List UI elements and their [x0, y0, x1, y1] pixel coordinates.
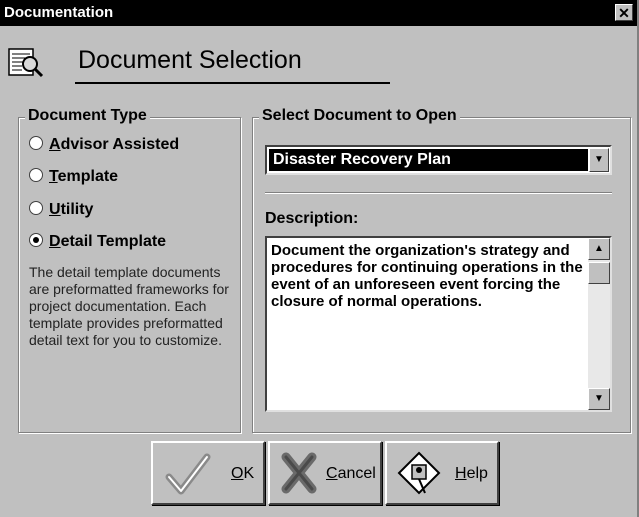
radio-button-selected-icon: [29, 233, 43, 247]
radio-mnemonic: U: [49, 201, 61, 218]
cancel-label: Cancel: [326, 465, 376, 482]
checkmark-icon: [165, 453, 211, 495]
help-button[interactable]: Help: [385, 441, 499, 505]
radio-button-icon: [29, 168, 43, 182]
scroll-thumb[interactable]: [588, 262, 610, 284]
radio-mnemonic: T: [49, 168, 58, 185]
help-label: Help: [455, 465, 488, 482]
radio-mnemonic: A: [49, 136, 61, 153]
select-document-group: Select Document to Open Disaster Recover…: [252, 107, 631, 433]
cancel-button[interactable]: Cancel: [268, 441, 382, 505]
title-bar[interactable]: Documentation ✕: [0, 0, 637, 26]
document-type-group: Document Type Advisor Assisted Template …: [18, 107, 241, 433]
document-dropdown-value: Disaster Recovery Plan: [269, 149, 588, 171]
radio-button-icon: [29, 136, 43, 150]
window-title: Documentation: [4, 4, 114, 21]
help-diamond-icon: [397, 451, 441, 495]
close-icon: ✕: [618, 5, 630, 21]
ok-button[interactable]: OK: [151, 441, 265, 505]
radio-utility[interactable]: Utility: [29, 201, 93, 219]
radio-label: tility: [60, 201, 94, 218]
title-underline: [75, 82, 390, 84]
scroll-down-button[interactable]: ▼: [588, 388, 610, 410]
dropdown-arrow-button[interactable]: ▼: [589, 148, 609, 172]
radio-template[interactable]: Template: [29, 168, 118, 186]
dialog-header: Document Selection: [0, 26, 637, 90]
description-label: Description:: [265, 210, 359, 227]
document-dropdown[interactable]: Disaster Recovery Plan ▼: [265, 145, 612, 175]
cancel-x-icon: [281, 452, 317, 494]
page-title: Document Selection: [78, 46, 302, 74]
radio-button-icon: [29, 201, 43, 215]
vertical-scrollbar[interactable]: ▲ ▼: [588, 238, 610, 410]
document-type-description: The detail template documents are prefor…: [29, 264, 229, 348]
radio-mnemonic: D: [49, 233, 61, 250]
ok-label: OK: [231, 465, 255, 482]
radio-label: dvisor Assisted: [60, 136, 180, 153]
description-text: Document the organization's strategy and…: [271, 242, 583, 310]
documentation-dialog: Documentation ✕ Document Selection Docum…: [0, 0, 639, 517]
divider: [265, 192, 612, 194]
radio-label: etail Template: [60, 233, 167, 250]
scroll-up-button[interactable]: ▲: [588, 238, 610, 260]
chevron-down-icon: ▼: [594, 154, 604, 165]
radio-label: emplate: [57, 168, 119, 185]
close-button[interactable]: ✕: [615, 4, 633, 21]
document-type-legend: Document Type: [25, 107, 150, 125]
arrow-down-icon: ▼: [594, 393, 604, 404]
description-textbox[interactable]: Document the organization's strategy and…: [265, 236, 612, 412]
select-document-legend: Select Document to Open: [259, 107, 460, 125]
arrow-up-icon: ▲: [594, 243, 604, 254]
document-search-icon: [8, 48, 44, 78]
radio-advisor-assisted[interactable]: Advisor Assisted: [29, 136, 179, 154]
radio-detail-template[interactable]: Detail Template: [29, 233, 166, 251]
